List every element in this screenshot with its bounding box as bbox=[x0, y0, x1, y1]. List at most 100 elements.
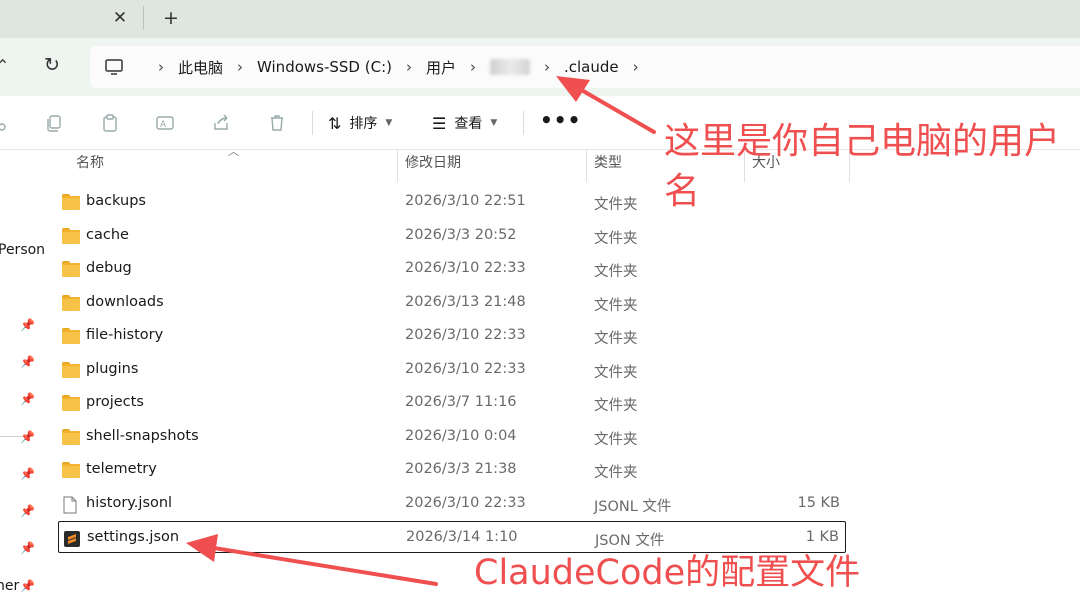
close-tab-icon[interactable]: ✕ bbox=[110, 8, 130, 28]
file-modified-date: 2026/3/10 22:33 bbox=[405, 260, 526, 276]
breadcrumb-this-pc[interactable]: 此电脑 bbox=[178, 57, 223, 78]
file-type: 文件夹 bbox=[594, 230, 638, 247]
column-header-name[interactable]: 名称 bbox=[76, 152, 104, 178]
file-row[interactable]: projects 2026/3/7 11:16 文件夹 bbox=[58, 387, 846, 419]
file-row[interactable]: cache 2026/3/3 20:52 文件夹 bbox=[58, 220, 846, 252]
sublime-json-file-icon bbox=[63, 530, 81, 547]
view-label: 查看 bbox=[454, 116, 483, 132]
sort-button[interactable]: ⇅ 排序 ▼ bbox=[328, 110, 392, 136]
column-divider[interactable] bbox=[586, 150, 587, 182]
cut-icon[interactable] bbox=[0, 113, 14, 133]
breadcrumb-separator[interactable]: › bbox=[470, 58, 476, 76]
file-row[interactable]: backups 2026/3/10 22:51 文件夹 bbox=[58, 186, 846, 218]
annotation-username-note-continued: 名 bbox=[664, 171, 701, 212]
file-modified-date: 2026/3/14 1:10 bbox=[406, 529, 518, 545]
breadcrumb-separator[interactable]: › bbox=[633, 58, 639, 76]
file-row[interactable]: history.jsonl 2026/3/10 22:33 JSONL 文件 15 K… bbox=[58, 488, 846, 520]
view-icon: ☰ bbox=[432, 113, 447, 133]
tab-strip: ✕ + bbox=[0, 0, 1080, 38]
file-modified-date: 2026/3/3 20:52 bbox=[405, 226, 517, 243]
sort-icon: ⇅ bbox=[328, 113, 342, 133]
toolbar-divider bbox=[312, 111, 313, 135]
chevron-down-icon: ▼ bbox=[490, 118, 498, 128]
breadcrumb-users[interactable]: 用户 bbox=[426, 57, 456, 78]
file-row[interactable]: file-history 2026/3/10 22:33 文件夹 bbox=[58, 320, 846, 352]
file-type: 文件夹 bbox=[594, 264, 638, 280]
folder-icon bbox=[62, 361, 80, 378]
file-name: backups bbox=[86, 193, 146, 209]
folder-icon bbox=[62, 462, 80, 478]
document-file-icon bbox=[62, 496, 80, 513]
column-header-date[interactable]: 修改日期 bbox=[405, 152, 461, 178]
sidebar-item-other[interactable]: her bbox=[0, 578, 19, 594]
more-options-button[interactable]: ••• bbox=[540, 108, 581, 132]
navigation-pane: Person 📌 📌 📌 📌 📌 📌 📌 her 📌 bbox=[0, 150, 45, 609]
new-tab-icon[interactable]: + bbox=[160, 8, 182, 28]
breadcrumb-drive[interactable]: Windows-SSD (C:) bbox=[257, 58, 392, 76]
file-row[interactable]: shell-snapshots 2026/3/10 0:04 文件夹 bbox=[58, 421, 846, 453]
file-size: 15 KB bbox=[797, 494, 840, 511]
pin-icon[interactable]: 📌 bbox=[20, 579, 35, 593]
annotation-config-note: ClaudeCode的配置文件 bbox=[474, 553, 861, 593]
file-row[interactable]: downloads 2026/3/13 21:48 文件夹 bbox=[58, 287, 846, 319]
file-modified-date: 2026/3/3 21:38 bbox=[405, 461, 517, 477]
folder-icon bbox=[62, 328, 80, 344]
tab-divider bbox=[143, 6, 144, 30]
breadcrumb-separator[interactable]: › bbox=[406, 58, 412, 76]
breadcrumb-claude[interactable]: .claude bbox=[564, 58, 619, 76]
file-name: debug bbox=[86, 260, 132, 276]
address-row: ⌃ ↻ › 此电脑 › Windows-SSD (C:) › 用户 › › .c… bbox=[0, 38, 1080, 96]
annotation-username-note: 这里是你自己电脑的用户 bbox=[664, 121, 1061, 162]
paste-icon[interactable] bbox=[100, 113, 120, 133]
refresh-icon[interactable]: ↻ bbox=[44, 54, 60, 76]
file-row[interactable]: telemetry 2026/3/3 21:38 文件夹 bbox=[58, 454, 846, 486]
sort-ascending-icon: ︿ bbox=[228, 145, 239, 158]
address-bar[interactable]: › 此电脑 › Windows-SSD (C:) › 用户 › › .claud… bbox=[90, 46, 1080, 88]
copy-icon[interactable] bbox=[44, 113, 64, 133]
share-icon[interactable] bbox=[211, 113, 231, 133]
file-row[interactable]: debug 2026/3/10 22:33 文件夹 bbox=[58, 253, 846, 285]
file-modified-date: 2026/3/10 0:04 bbox=[405, 427, 517, 444]
rename-icon[interactable]: A bbox=[155, 113, 175, 133]
breadcrumb-separator[interactable]: › bbox=[544, 58, 550, 76]
file-name: telemetry bbox=[86, 461, 157, 477]
breadcrumb-separator[interactable]: › bbox=[158, 58, 164, 76]
file-modified-date: 2026/3/7 11:16 bbox=[405, 394, 517, 410]
column-divider[interactable] bbox=[397, 150, 398, 182]
breadcrumb-username-redacted[interactable] bbox=[490, 59, 530, 75]
file-name: shell-snapshots bbox=[86, 427, 199, 444]
file-modified-date: 2026/3/10 22:33 bbox=[405, 327, 526, 343]
file-type: JSONL 文件 bbox=[594, 498, 672, 515]
sort-label: 排序 bbox=[349, 116, 378, 132]
pin-icon[interactable]: 📌 bbox=[20, 467, 35, 481]
file-type: 文件夹 bbox=[594, 297, 638, 314]
breadcrumb-separator[interactable]: › bbox=[237, 58, 243, 76]
file-name: cache bbox=[86, 226, 129, 243]
pin-icon[interactable]: 📌 bbox=[20, 430, 35, 444]
file-type: 文件夹 bbox=[594, 398, 638, 414]
pin-icon[interactable]: 📌 bbox=[20, 355, 35, 369]
file-modified-date: 2026/3/13 21:48 bbox=[405, 293, 526, 310]
file-name: file-history bbox=[86, 327, 164, 343]
file-name: projects bbox=[86, 394, 144, 410]
delete-icon[interactable] bbox=[267, 113, 287, 133]
pin-icon[interactable]: 📌 bbox=[20, 392, 35, 406]
folder-icon bbox=[62, 227, 80, 244]
column-header-type[interactable]: 类型 bbox=[594, 152, 622, 178]
file-modified-date: 2026/3/10 22:33 bbox=[405, 360, 526, 377]
file-modified-date: 2026/3/10 22:33 bbox=[405, 494, 526, 511]
pin-icon[interactable]: 📌 bbox=[20, 504, 35, 518]
sidebar-item-personal[interactable]: Person bbox=[0, 242, 45, 258]
folder-icon bbox=[62, 194, 80, 210]
view-button[interactable]: ☰ 查看 ▼ bbox=[432, 110, 497, 136]
pin-icon[interactable]: 📌 bbox=[20, 318, 35, 332]
pin-icon[interactable]: 📌 bbox=[20, 541, 35, 555]
folder-icon bbox=[62, 294, 80, 311]
file-row[interactable]: plugins 2026/3/10 22:33 文件夹 bbox=[58, 354, 846, 386]
up-arrow-icon[interactable]: ⌃ bbox=[0, 56, 9, 75]
file-modified-date: 2026/3/10 22:51 bbox=[405, 193, 526, 209]
folder-icon bbox=[62, 395, 80, 411]
computer-icon[interactable] bbox=[104, 57, 124, 77]
svg-text:A: A bbox=[160, 120, 167, 130]
file-size: 1 KB bbox=[805, 529, 839, 545]
